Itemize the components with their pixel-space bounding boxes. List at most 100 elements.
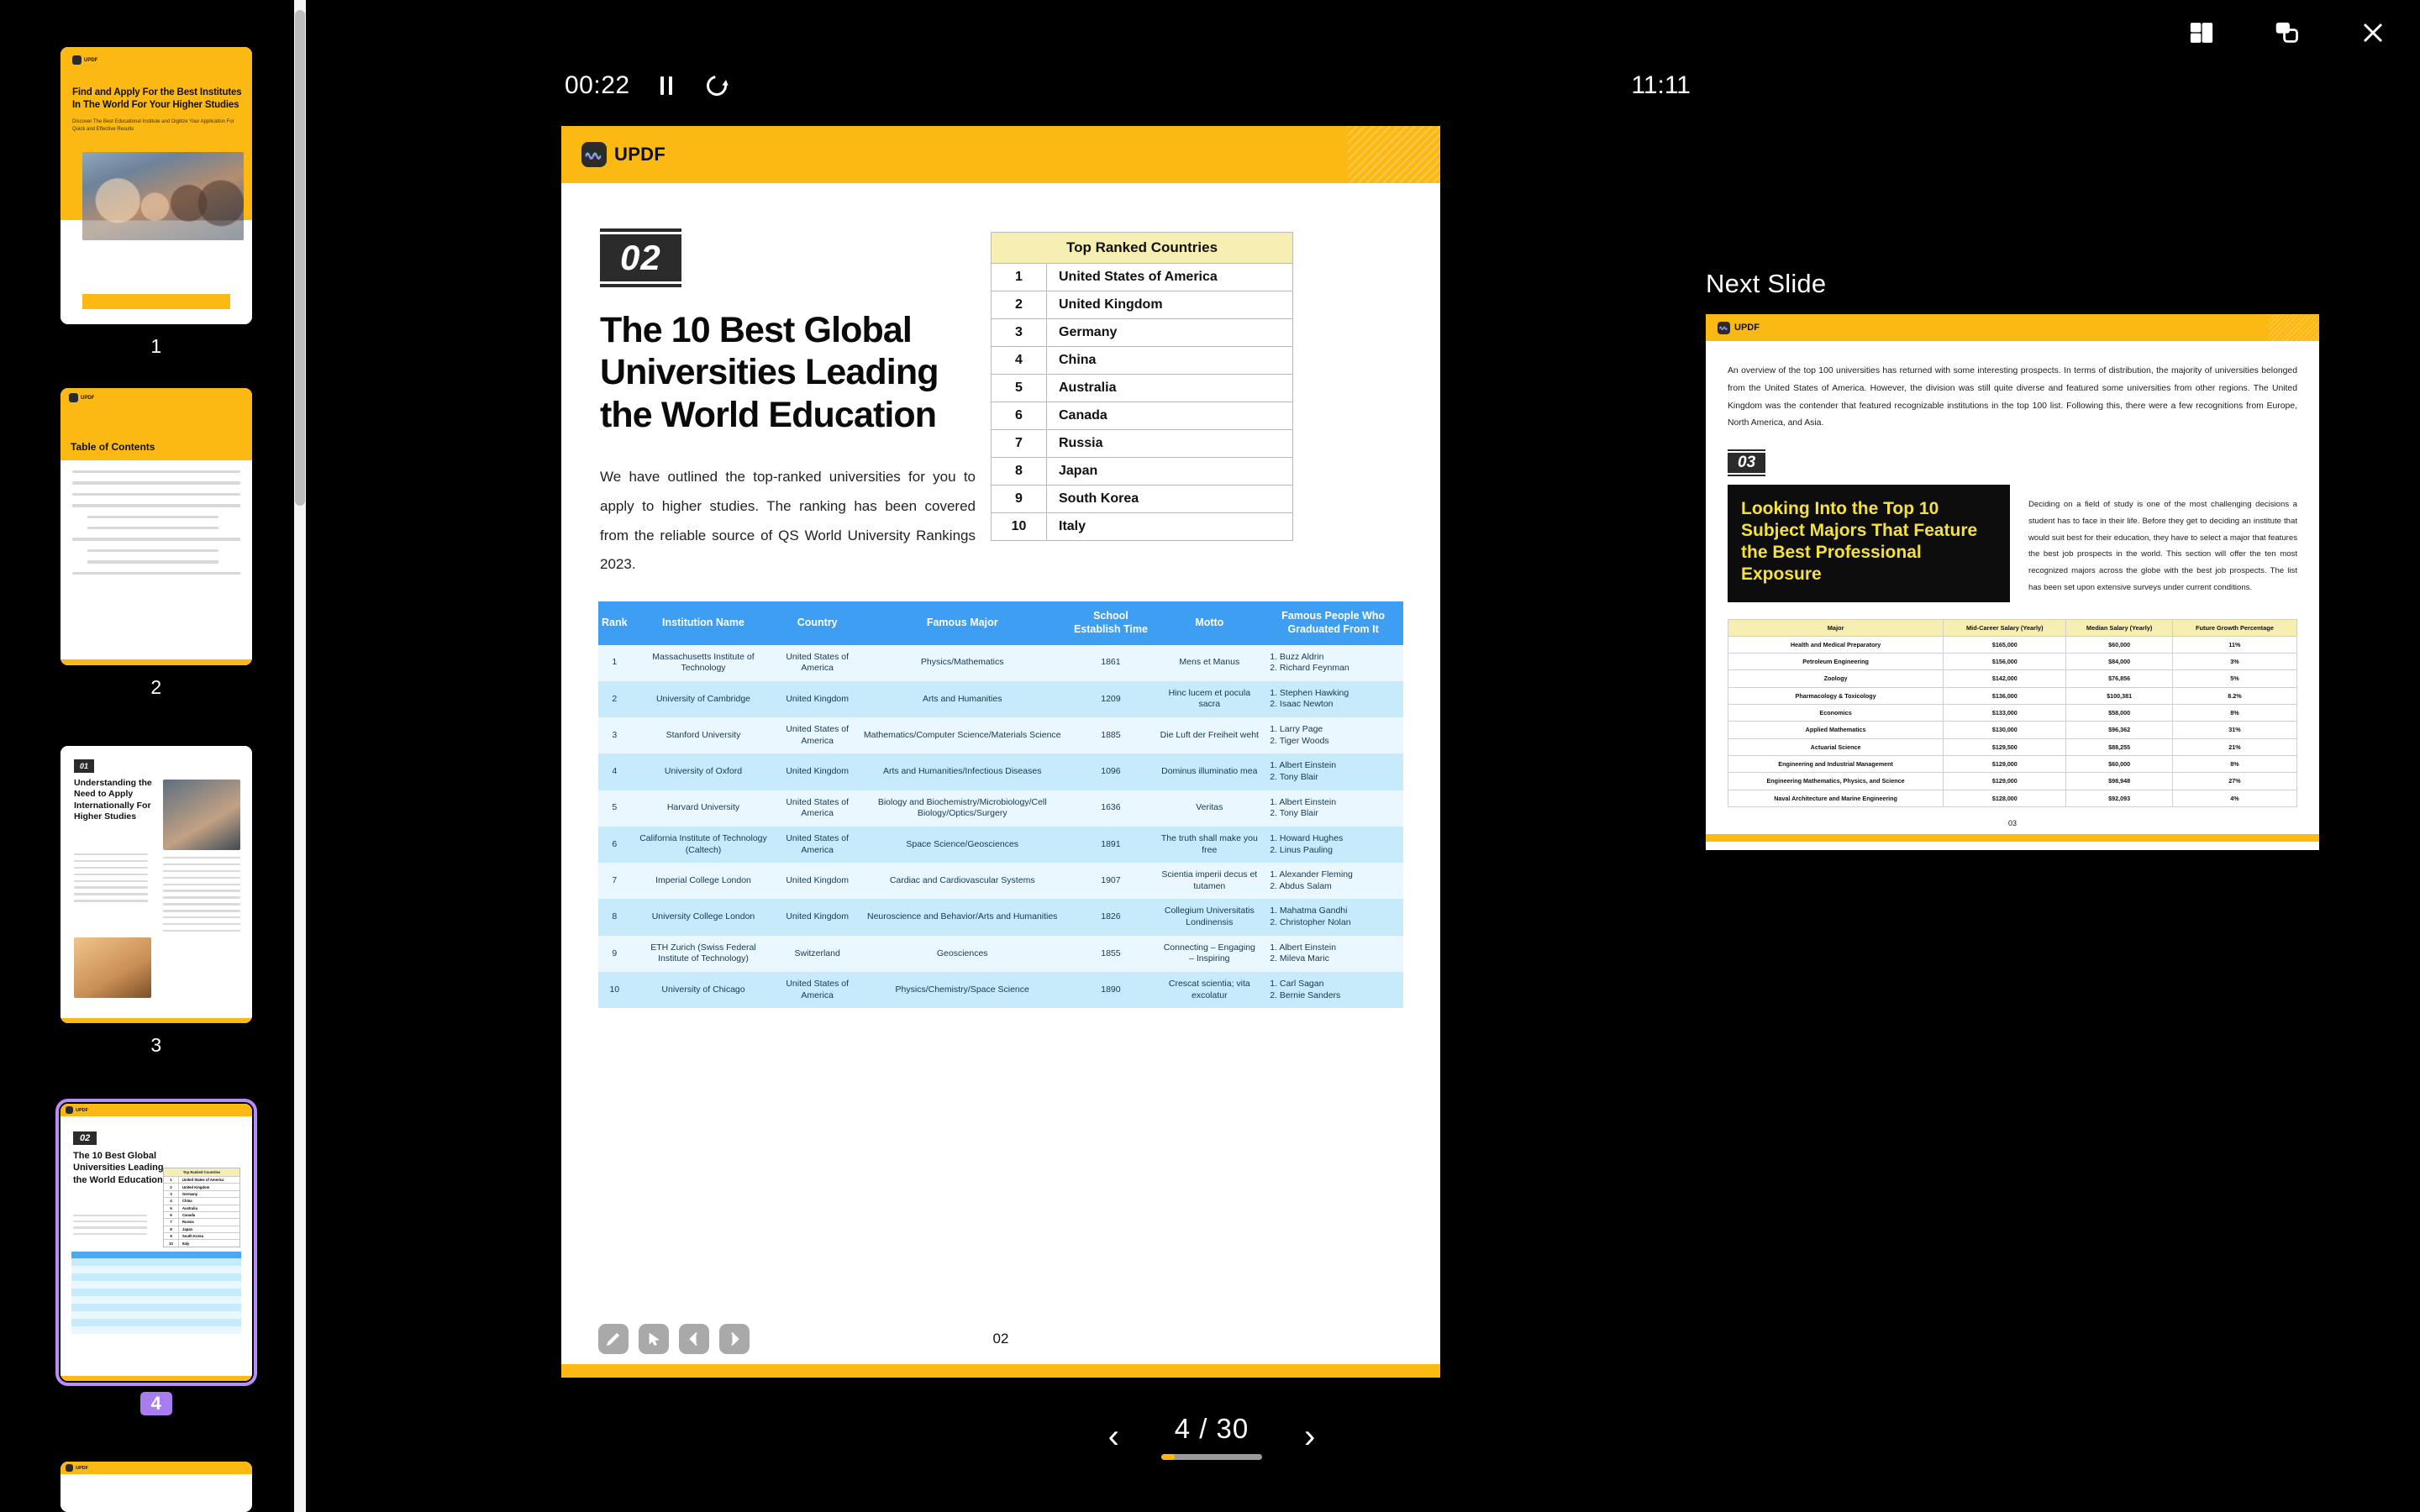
thumbnail-item-5[interactable]: UPDF [0,1462,313,1512]
thumbnail-card-3[interactable]: 01 Understanding the Need to Apply Inter… [60,746,252,1023]
table-cell: 1. Mahatma Gandhi 2. Christopher Nolan [1263,899,1403,936]
table-cell: United States of America [776,826,859,864]
table-cell: Engineering and Industrial Management [1727,755,1944,774]
next-slide-body: An overview of the top 100 universities … [1706,341,2319,602]
thumb-country-row: 4 China [164,1197,239,1205]
thumbnail-item-1[interactable]: UPDF Find and Apply For the Best Institu… [0,47,313,358]
pen-tool-icon[interactable] [598,1324,629,1354]
table-row: Engineering and Industrial Management $12… [1727,755,2298,774]
table-cell: $58,000 [2065,703,2173,722]
slide-left-column: 02 The 10 Best Global Universities Leadi… [600,228,991,580]
table-cell: Engineering Mathematics, Physics, and Sc… [1727,772,1944,790]
next-section-number-badge: 03 [1728,449,1766,477]
table-cell: Harvard University [630,790,776,827]
nav-previous-icon[interactable]: ‹ [1098,1420,1129,1453]
thumbnail-card-4[interactable]: UPDF 02 The 10 Best Global Universities … [55,1099,257,1386]
table-cell: 1890 [1065,972,1156,1009]
table-cell: $92,093 [2065,789,2173,808]
table-row: Actuarial Science $129,500 $88,255 21% [1727,738,2298,757]
table-cell: 1 [598,644,631,681]
table-row: 5 Harvard University United States of Amer… [598,790,1403,827]
table-cell: 8.2% [2171,686,2298,706]
salary-column-header: Median Salary (Yearly) [2065,618,2173,637]
thumb-country-row: 5 Australia [164,1204,239,1211]
table-cell: Physics/Mathematics [858,644,1066,681]
slide-tool-bar[interactable]: 02 [561,1324,1440,1364]
thumbnail-item-2[interactable]: UPDF Table of Contents 2 [0,388,313,699]
table-cell: 1861 [1065,644,1156,681]
table-cell: 1096 [1065,753,1156,790]
next-slide-headline: Looking Into the Top 10 Subject Majors T… [1728,485,2010,602]
thumb3-title: Understanding the Need to Apply Internat… [74,778,152,822]
next-slide-preview[interactable]: UPDF An overview of the top 100 universi… [1706,314,2319,851]
slide-brand: UPDF [614,144,666,165]
table-row: Pharmacology & Toxicology $136,000 $100,38… [1727,686,2298,706]
table-cell: University of Cambridge [630,680,776,718]
thumbnail-item-3[interactable]: 01 Understanding the Need to Apply Inter… [0,746,313,1057]
table-row: 7 Imperial College London United Kingdom Ca… [598,863,1403,900]
updf-logo-icon [581,142,607,167]
table-cell: University of Chicago [630,972,776,1009]
sidebar-scrollbar[interactable] [294,0,306,1512]
pause-icon[interactable] [652,71,681,100]
thumb3-photo-top [163,780,240,850]
table-cell: 31% [2171,721,2298,739]
universities-column-header: Famous People Who Graduated From It [1263,601,1403,645]
table-cell: $98,948 [2065,772,2173,790]
table-row: 1 Massachusetts Institute of Technology Un… [598,644,1403,681]
table-cell: Physics/Chemistry/Space Science [858,972,1066,1009]
thumb1-accent-bar [82,294,230,309]
table-cell: 1. Albert Einstein 2. Tony Blair [1263,790,1403,827]
next-slide-icon[interactable] [719,1324,750,1354]
table-cell: Scientia imperii decus et tutamen [1155,863,1264,900]
country-row: 3 Germany [992,318,1292,346]
table-cell: Geosciences [858,935,1066,973]
country-row: 6 Canada [992,402,1292,429]
thumbnail-card-5[interactable]: UPDF [60,1462,252,1512]
country-row: 2 United Kingdom [992,291,1292,318]
sidebar-scrollbar-thumb[interactable] [295,10,305,506]
restart-timer-icon[interactable] [702,71,731,100]
thumb5-brand: UPDF [76,1465,88,1471]
table-row: 10 University of Chicago United States of … [598,972,1403,1009]
thumb-country-row: 9 South Korea [164,1232,239,1240]
slide-thumbnail-sidebar[interactable]: UPDF Find and Apply For the Best Institu… [0,0,313,1512]
slide-navigation[interactable]: ‹ 4 / 30 › [1044,1413,1380,1460]
updf-logo-icon [1718,321,1730,334]
thumbnail-card-1[interactable]: UPDF Find and Apply For the Best Institu… [60,47,252,324]
slide-footer: 02 [561,1324,1440,1378]
table-cell: $142,000 [1943,669,2067,688]
table-cell: Neuroscience and Behavior/Arts and Human… [858,899,1066,936]
cursor-tool-icon[interactable] [639,1324,669,1354]
thumbnail-number-2: 2 [150,676,162,698]
country-row: 8 Japan [992,457,1292,485]
updf-logo-icon [66,1106,73,1114]
table-cell: 1826 [1065,899,1156,936]
table-cell: 1636 [1065,790,1156,827]
presentation-progress-bar[interactable] [1161,1454,1262,1460]
thumb3-text-left [74,853,148,906]
thumbnail-card-2[interactable]: UPDF Table of Contents [60,388,252,665]
country-name: Italy [1059,519,1086,533]
table-row: 6 California Institute of Technology (Cal… [598,826,1403,864]
country-rank: 5 [992,375,1047,402]
updf-logo-icon [69,393,78,402]
table-row: 3 Stanford University United States of Ame… [598,717,1403,754]
country-row: 9 South Korea [992,485,1292,512]
salary-column-header: Major [1727,618,1944,637]
table-cell: Collegium Universitatis Londinensis [1155,899,1264,936]
table-cell: 3% [2171,652,2298,671]
thumbnail-item-4[interactable]: UPDF 02 The 10 Best Global Universities … [0,1099,313,1415]
country-rank: 1 [992,264,1047,291]
current-slide[interactable]: UPDF 02 The 10 Best Global Universities … [561,126,1440,1378]
table-cell: 1. Alexander Fleming 2. Abdus Salam [1263,863,1403,900]
previous-slide-icon[interactable] [679,1324,709,1354]
country-name: Australia [1059,381,1117,395]
table-cell: United Kingdom [776,680,859,718]
table-cell: 5% [2171,669,2298,688]
table-cell: $129,500 [1943,738,2067,757]
table-row: Health and Medical Preparatory $165,000 $6… [1727,635,2298,654]
table-cell: United States of America [776,717,859,754]
nav-next-icon[interactable]: › [1294,1420,1325,1453]
thumb4-badge: 02 [73,1131,97,1145]
